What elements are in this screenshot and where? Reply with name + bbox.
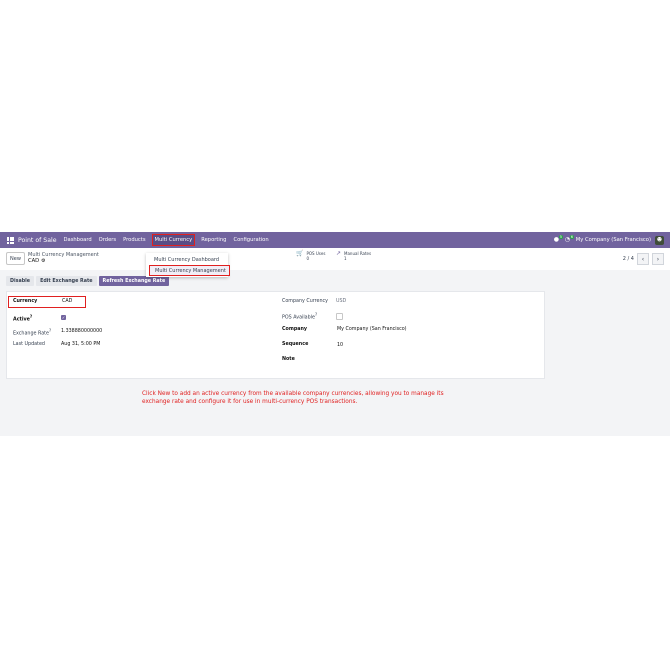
new-button[interactable]: New — [6, 252, 25, 265]
pos-available-label-text: POS Available — [282, 315, 315, 321]
pager-next-button[interactable]: › — [652, 253, 664, 265]
activity-badge: 6 — [569, 235, 575, 239]
pos-available-checkbox[interactable] — [336, 313, 343, 320]
manual-rates-label: Manual Rates — [344, 251, 372, 256]
company-currency-label: Company Currency — [282, 299, 328, 304]
multi-currency-dropdown: Multi Currency Dashboard Multi Currency … — [146, 253, 230, 277]
exchange-rate-help-icon[interactable]: ? — [49, 328, 51, 333]
breadcrumb-current: CAD ⚙ — [28, 258, 46, 264]
last-updated-field: Aug 31, 5:00 PM — [61, 342, 101, 347]
edit-exchange-rate-button[interactable]: Edit Exchange Rate — [36, 276, 97, 286]
company-label: Company — [282, 327, 308, 332]
menu-orders[interactable]: Orders — [98, 235, 117, 245]
menu-products[interactable]: Products — [122, 235, 146, 245]
gear-icon[interactable]: ⚙ — [41, 258, 45, 264]
pager: 2 / 4 ‹ › — [623, 253, 664, 265]
control-panel: New Multi Currency Management CAD ⚙ — [0, 248, 670, 270]
manual-rates-value: 1 — [344, 255, 347, 261]
dropdown-item-dashboard[interactable]: Multi Currency Dashboard — [149, 255, 228, 264]
exchange-rate-label-text: Exchange Rate — [13, 331, 49, 337]
note-label: Note — [282, 357, 295, 362]
exchange-rate-label: Exchange Rate? — [13, 328, 51, 337]
sequence-field[interactable]: 10 — [337, 343, 343, 348]
active-label-text: Active — [13, 317, 30, 323]
menu-dashboard[interactable]: Dashboard — [63, 235, 93, 245]
tutorial-annotation: Click New to add an active currency from… — [142, 391, 444, 405]
exchange-rate-field[interactable]: 1.338880000000 — [61, 329, 102, 334]
refresh-exchange-rate-button[interactable]: Refresh Exchange Rate — [98, 276, 170, 286]
top-navbar: Point of Sale Dashboard Orders Products … — [0, 232, 670, 248]
manual-rates-stat-button[interactable]: ↗ Manual Rates 1 — [336, 250, 372, 261]
user-avatar[interactable]: ☻ — [655, 235, 664, 245]
chat-badge: 5 — [558, 235, 564, 239]
disable-button[interactable]: Disable — [6, 276, 35, 286]
active-help-icon[interactable]: ? — [30, 314, 32, 319]
chart-line-icon: ↗ — [336, 250, 342, 257]
pos-available-label: POS Available? — [282, 312, 317, 321]
pos-uses-value: 0 — [306, 255, 310, 261]
chat-icon[interactable]: ● 5 — [554, 235, 564, 243]
cart-icon: 🛒 — [296, 250, 304, 257]
company-currency-field: USD — [336, 299, 347, 304]
menu-configuration[interactable]: Configuration — [232, 235, 269, 245]
active-checkbox[interactable]: ✓ — [61, 315, 66, 320]
pos-uses-stat-button[interactable]: 🛒 POS Uses 0 — [296, 250, 326, 261]
pos-available-help-icon[interactable]: ? — [315, 312, 317, 317]
menu-reporting[interactable]: Reporting — [200, 235, 227, 245]
record-name: CAD — [28, 258, 40, 264]
form-sheet: Currency CAD Active? ✓ Exchange Rate? 1.… — [6, 291, 545, 379]
company-switcher[interactable]: My Company (San Francisco) — [576, 237, 651, 243]
pos-uses-label: POS Uses — [306, 251, 326, 256]
pager-previous-button[interactable]: ‹ — [637, 253, 649, 265]
sequence-label: Sequence — [282, 342, 309, 347]
apps-menu-icon[interactable] — [7, 236, 14, 244]
last-updated-label: Last Updated — [13, 342, 45, 347]
pager-value[interactable]: 2 / 4 — [623, 256, 634, 262]
company-field[interactable]: My Company (San Francisco) — [337, 327, 407, 332]
app-title[interactable]: Point of Sale — [18, 237, 57, 244]
dropdown-item-management[interactable]: Multi Currency Management — [149, 265, 230, 276]
menu-multi-currency[interactable]: Multi Currency — [151, 234, 196, 246]
activity-clock-icon[interactable]: ◔ 6 — [565, 235, 575, 243]
currency-field[interactable]: CAD — [62, 299, 72, 304]
active-label: Active? — [13, 314, 32, 323]
action-buttons: Disable Edit Exchange Rate Refresh Excha… — [6, 276, 170, 286]
currency-label: Currency — [13, 299, 38, 304]
